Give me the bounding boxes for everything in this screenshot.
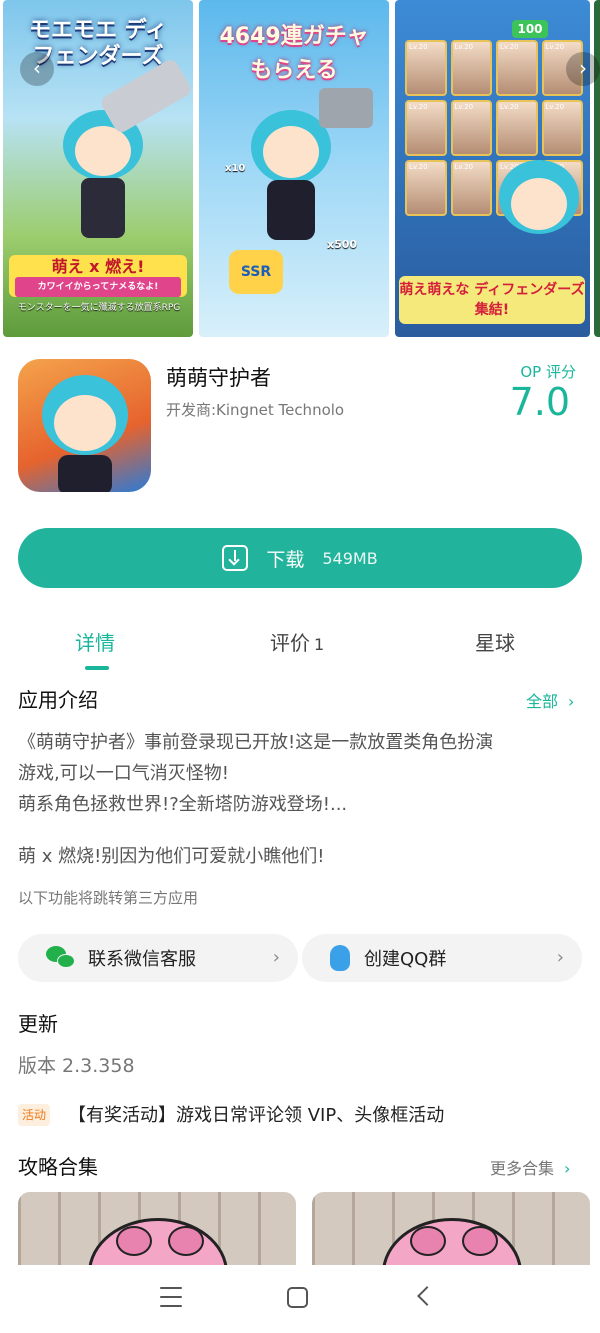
event-link[interactable]: 【有奖活动】游戏日常评论领 VIP、头像框活动 bbox=[68, 1101, 444, 1127]
intro-all-link[interactable]: 全部 › bbox=[526, 688, 574, 712]
tab-planet[interactable]: 星球 bbox=[475, 627, 515, 656]
screenshot-2[interactable]: 4649連ガチャ もらえる x10 SSR x500 bbox=[199, 0, 389, 337]
wechat-service-label: 联系微信客服 bbox=[88, 949, 196, 970]
screenshot-4-peek[interactable] bbox=[594, 0, 600, 337]
character-card: Lv.20 bbox=[405, 100, 447, 156]
app-name: 萌萌守护者 bbox=[166, 366, 271, 390]
carousel-prev-icon[interactable]: ‹ bbox=[20, 52, 54, 86]
guide-card-illustration-detail bbox=[410, 1226, 446, 1256]
download-button[interactable]: 下载 549MB bbox=[18, 528, 582, 588]
screenshot-1-caption: モンスターを一気に殲滅する放置系RPG bbox=[17, 303, 181, 313]
hero-body bbox=[267, 180, 315, 240]
screenshot-1[interactable]: モエモエ ディフェンダーズ 萌え x 燃え! カワイイからってナメるなよ! モン… bbox=[3, 0, 193, 337]
hero-face bbox=[263, 126, 319, 178]
guide-card-illustration-detail bbox=[116, 1226, 152, 1256]
event-tag: 活动 bbox=[18, 1104, 51, 1126]
guide-card-illustration-detail bbox=[168, 1226, 204, 1256]
intro-desc-line: 萌系角色拯救世界!?全新塔防游戏登场!... bbox=[18, 794, 348, 815]
guide-card-illustration-detail bbox=[462, 1226, 498, 1256]
screenshot-1-banner-sub: カワイイからってナメるなよ! bbox=[15, 277, 181, 297]
intro-title: 应用介绍 bbox=[18, 688, 98, 712]
character-card: Lv.20 bbox=[496, 40, 538, 96]
card-level: Lv.20 bbox=[454, 43, 474, 51]
download-label: 下载 bbox=[266, 548, 305, 571]
home-icon[interactable] bbox=[287, 1287, 308, 1308]
card-level: Lv.20 bbox=[454, 163, 474, 171]
screenshot-2-title-line2: もらえる bbox=[250, 58, 338, 83]
character-card: Lv.20 bbox=[405, 40, 447, 96]
tab-review-label: 评价 bbox=[270, 631, 310, 655]
screenshot-3[interactable]: Lv.20 Lv.20 Lv.20 Lv.20 Lv.20 Lv.20 Lv.2… bbox=[395, 0, 590, 337]
character-card: Lv.20 bbox=[405, 160, 447, 216]
screenshot-carousel[interactable]: モエモエ ディフェンダーズ 萌え x 燃え! カワイイからってナメるなよ! モン… bbox=[0, 0, 600, 338]
hero-face bbox=[75, 126, 131, 176]
card-level: Lv.20 bbox=[454, 103, 474, 111]
app-icon-body bbox=[58, 455, 112, 492]
screenshot-2-title-line1: 4649連ガチャ bbox=[219, 24, 369, 49]
intro-desc-line: 游戏,可以一口气消灭怪物! bbox=[18, 763, 229, 784]
card-level: Lv.20 bbox=[409, 163, 428, 171]
gem-count-label: x500 bbox=[327, 238, 358, 251]
update-title: 更新 bbox=[18, 1012, 58, 1036]
more-guides-label: 更多合集 bbox=[490, 1159, 555, 1178]
screenshot-2-title: 4649連ガチャ もらえる bbox=[209, 20, 379, 88]
ssr-badge: SSR bbox=[229, 250, 283, 294]
download-icon bbox=[222, 545, 249, 571]
third-party-note: 以下功能将跳转第三方应用 bbox=[18, 889, 199, 907]
qq-icon bbox=[330, 945, 350, 971]
guide-card[interactable] bbox=[312, 1192, 590, 1272]
back-icon[interactable] bbox=[417, 1286, 437, 1306]
carousel-next-icon[interactable]: › bbox=[566, 52, 600, 86]
card-level: Lv.20 bbox=[409, 103, 428, 111]
download-size: 549MB bbox=[322, 548, 378, 568]
chevron-right-icon: › bbox=[272, 947, 280, 968]
rating-value: 7.0 bbox=[509, 380, 570, 424]
character-card: Lv.20 bbox=[541, 100, 583, 156]
qq-group-button[interactable]: 创建QQ群 › bbox=[302, 934, 582, 982]
version-text: 版本 2.3.358 bbox=[18, 1055, 135, 1077]
character-card: Lv.20 bbox=[450, 40, 492, 96]
intro-desc-line: 《萌萌守护者》事前登录现已开放!这是一款放置类角色扮演 bbox=[18, 732, 494, 753]
intro-all-label: 全部 bbox=[526, 692, 559, 711]
ticket-count-label: x10 bbox=[225, 163, 246, 174]
screenshot-1-banner-title: 萌え x 燃え! bbox=[51, 257, 145, 276]
character-card: Lv.20 bbox=[450, 100, 492, 156]
battery-badge: 100 bbox=[512, 20, 548, 38]
character-card: Lv.20 bbox=[450, 160, 492, 216]
screenshot-3-banner: 萌え萌えな ディフェンダーズ集結! bbox=[399, 276, 585, 324]
card-level: Lv.20 bbox=[409, 43, 428, 51]
app-icon-face bbox=[54, 395, 116, 451]
chevron-right-icon: › bbox=[564, 1159, 571, 1178]
character-card: Lv.20 bbox=[496, 100, 538, 156]
more-guides-link[interactable]: 更多合集 › bbox=[490, 1155, 570, 1179]
guide-card[interactable] bbox=[18, 1192, 296, 1272]
hero-body bbox=[81, 178, 125, 238]
wechat-service-button[interactable]: 联系微信客服 › bbox=[18, 934, 298, 982]
card-level: Lv.20 bbox=[500, 103, 519, 111]
hammer-illustration bbox=[319, 88, 373, 128]
guides-title: 攻略合集 bbox=[18, 1155, 98, 1179]
screenshot-1-banner: 萌え x 燃え! カワイイからってナメるなよ! bbox=[9, 255, 187, 297]
system-nav-bar bbox=[0, 1265, 600, 1333]
tab-review[interactable]: 评价 1 bbox=[270, 627, 324, 656]
qq-group-label: 创建QQ群 bbox=[364, 949, 447, 970]
chevron-right-icon: › bbox=[556, 947, 564, 968]
menu-icon[interactable] bbox=[160, 1287, 182, 1307]
card-level: Lv.20 bbox=[500, 43, 519, 51]
tab-detail[interactable]: 详情 bbox=[75, 627, 115, 656]
wechat-icon bbox=[46, 946, 76, 970]
active-tab-indicator bbox=[85, 666, 109, 670]
review-count: 1 bbox=[314, 635, 325, 654]
intro-description: 《萌萌守护者》事前登录现已开放!这是一款放置类角色扮演 游戏,可以一口气消灭怪物… bbox=[18, 727, 588, 820]
developer-name: 开发商:Kingnet Technolo bbox=[166, 401, 345, 419]
app-icon bbox=[18, 359, 151, 492]
rating-label: OP 评分 bbox=[520, 363, 576, 381]
card-level: Lv.20 bbox=[545, 43, 565, 51]
hero-face bbox=[511, 178, 567, 230]
chevron-right-icon: › bbox=[568, 692, 575, 711]
intro-desc-line: 萌 x 燃烧!别因为他们可爱就小瞧他们! bbox=[18, 846, 325, 867]
card-level: Lv.20 bbox=[545, 103, 565, 111]
